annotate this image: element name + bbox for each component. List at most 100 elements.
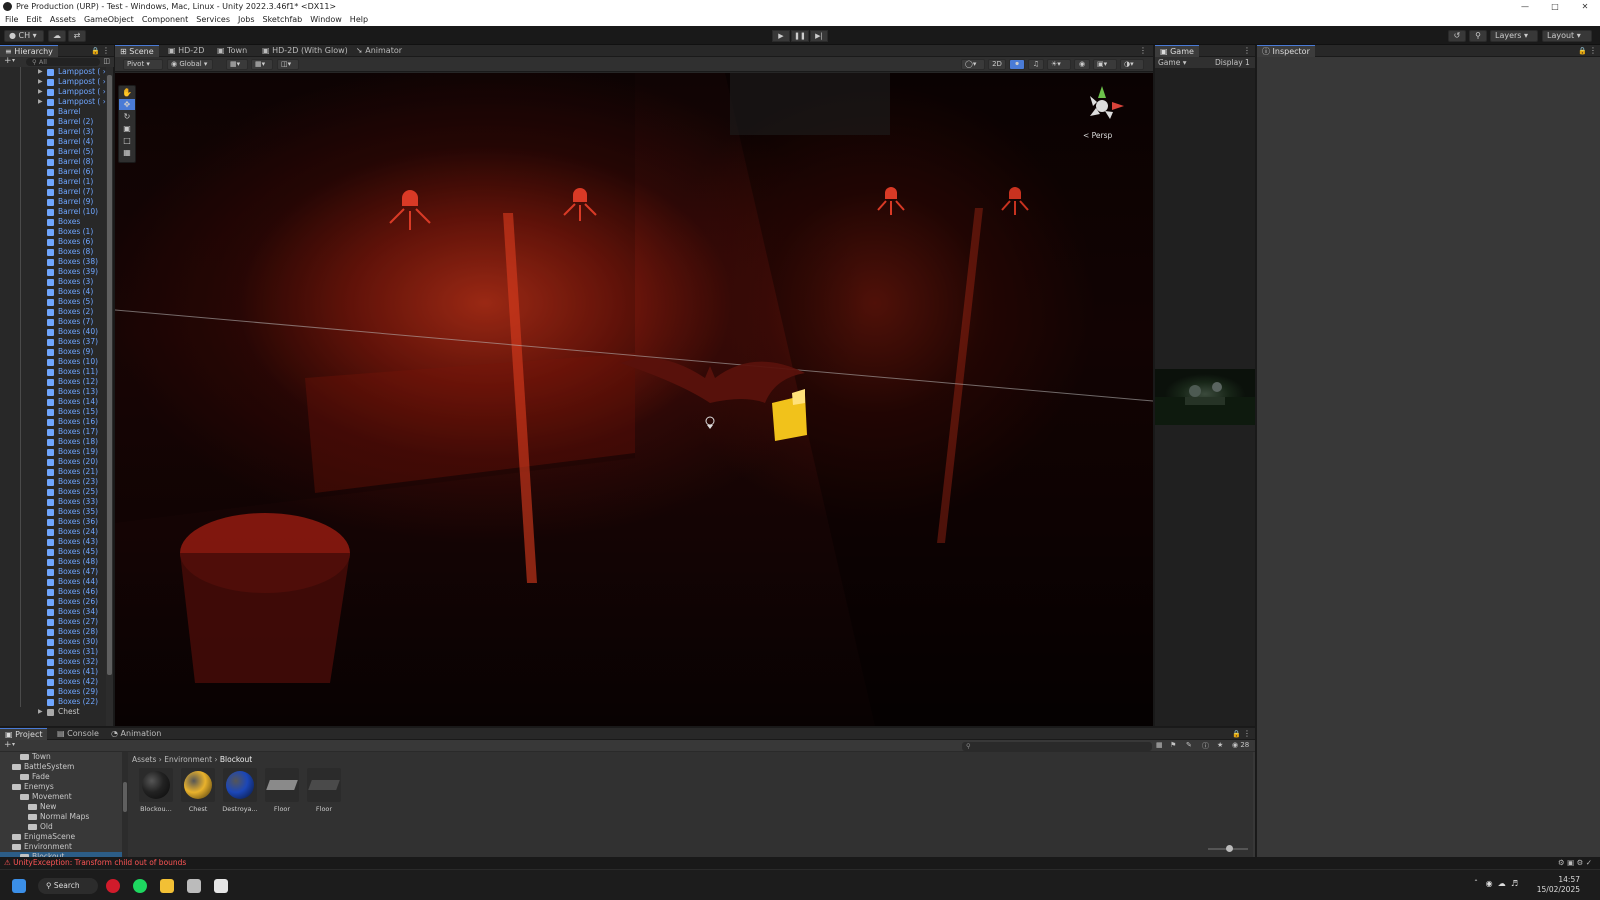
hierarchy-item[interactable]: Boxes (23) — [0, 477, 106, 487]
hierarchy-item[interactable]: Boxes (13) — [0, 387, 106, 397]
add-icon[interactable]: + — [4, 740, 12, 750]
gizmos-button[interactable]: ◑▾ — [1120, 59, 1144, 70]
hierarchy-item[interactable]: Boxes (16) — [0, 417, 106, 427]
snap-increment-button[interactable]: ▦▾ — [251, 59, 273, 70]
global-dropdown[interactable]: ◉ Global ▾ — [167, 59, 213, 70]
hierarchy-item[interactable]: Boxes (41) — [0, 667, 106, 677]
asset-tile[interactable]: Floor — [306, 768, 342, 813]
hierarchy-item[interactable]: ▶ Lamppost ( › — [0, 67, 106, 77]
tab-inspector[interactable]: ⓘ Inspector — [1257, 45, 1315, 57]
hierarchy-item[interactable]: Boxes (17) — [0, 427, 106, 437]
hierarchy-item[interactable]: Boxes (11) — [0, 367, 106, 377]
hierarchy-item[interactable]: Boxes (22) — [0, 697, 106, 707]
hierarchy-item[interactable]: Boxes (31) — [0, 647, 106, 657]
hierarchy-item[interactable]: Barrel (4) — [0, 137, 106, 147]
rotate-tool-icon[interactable]: ↻ — [119, 111, 135, 122]
chevron-right-icon[interactable]: › — [100, 67, 106, 76]
hierarchy-item[interactable]: Boxes (15) — [0, 407, 106, 417]
hierarchy-item[interactable]: Barrel (8) — [0, 157, 106, 167]
zoom-slider-thumb[interactable] — [1226, 845, 1233, 852]
folder-tree-item[interactable]: BattleSystem — [0, 762, 124, 772]
folder-tree-item[interactable]: Old — [0, 822, 124, 832]
hierarchy-item[interactable]: Boxes (8) — [0, 247, 106, 257]
search-button[interactable]: ⚲ — [1469, 30, 1487, 42]
hierarchy-item[interactable]: Boxes (42) — [0, 677, 106, 687]
hierarchy-item[interactable]: Boxes (3) — [0, 277, 106, 287]
hierarchy-item[interactable]: Boxes (1) — [0, 227, 106, 237]
windows-start-icon[interactable] — [12, 879, 26, 893]
transform-tool-icon[interactable]: ▦ — [119, 147, 135, 158]
pause-button[interactable]: ❚❚ — [791, 30, 809, 42]
more-options-icon[interactable]: ⋮ — [1589, 45, 1597, 57]
folder-tree-item[interactable]: New — [0, 802, 124, 812]
menu-file[interactable]: File — [5, 15, 18, 24]
filter-type-icon[interactable]: ▦ — [1156, 741, 1163, 749]
hierarchy-item[interactable]: Boxes — [0, 217, 106, 227]
folder-tree-item[interactable]: Fade — [0, 772, 124, 782]
menu-component[interactable]: Component — [142, 15, 188, 24]
hierarchy-item[interactable]: Boxes (32) — [0, 657, 106, 667]
hidden-count[interactable]: ◉ 28 — [1232, 741, 1249, 749]
opera-icon[interactable] — [106, 879, 120, 893]
hierarchy-item[interactable]: Barrel (3) — [0, 127, 106, 137]
menu-services[interactable]: Services — [196, 15, 230, 24]
hierarchy-item[interactable]: Barrel (10) — [0, 207, 106, 217]
hierarchy-item[interactable]: Boxes (39) — [0, 267, 106, 277]
hierarchy-item[interactable]: Boxes (33) — [0, 497, 106, 507]
spotify-icon[interactable] — [133, 879, 147, 893]
collab-button[interactable]: ⇄ — [68, 30, 86, 42]
close-button[interactable]: ✕ — [1570, 0, 1600, 13]
hierarchy-item[interactable]: Boxes (28) — [0, 627, 106, 637]
unity-hub-icon[interactable] — [187, 879, 201, 893]
folder-tree-item[interactable]: Town — [0, 752, 124, 762]
hierarchy-item[interactable]: Boxes (40) — [0, 327, 106, 337]
hierarchy-item[interactable]: Barrel (7) — [0, 187, 106, 197]
menu-sketchfab[interactable]: Sketchfab — [263, 15, 303, 24]
draw-mode-button[interactable]: ◯▾ — [961, 59, 985, 70]
account-button[interactable]: ● CH ▾ — [4, 30, 44, 42]
hierarchy-item[interactable]: Boxes (48) — [0, 557, 106, 567]
projection-label[interactable]: < Persp — [1083, 131, 1112, 140]
hierarchy-item[interactable]: ▶ Lamppost ( › — [0, 87, 106, 97]
tab-scene[interactable]: ⊞ Scene — [115, 45, 159, 57]
history-button[interactable]: ↺ — [1448, 30, 1466, 42]
hierarchy-item[interactable]: Barrel (6) — [0, 167, 106, 177]
expand-arrow-icon[interactable]: ▶ — [38, 67, 43, 77]
hierarchy-item[interactable]: Boxes (46) — [0, 587, 106, 597]
hand-tool-icon[interactable]: ✋ — [119, 87, 135, 98]
menu-window[interactable]: Window — [310, 15, 342, 24]
lock-icon[interactable]: 🔒 — [1232, 728, 1241, 740]
hierarchy-item[interactable]: Boxes (35) — [0, 507, 106, 517]
folder-tree-item[interactable]: EnigmaScene — [0, 832, 124, 842]
hierarchy-item[interactable]: Barrel (2) — [0, 117, 106, 127]
asset-tile[interactable]: Floor — [264, 768, 300, 813]
hierarchy-item[interactable]: Boxes (38) — [0, 257, 106, 267]
breadcrumb-environment[interactable]: Environment — [164, 755, 212, 764]
camera-settings-button[interactable]: ▣▾ — [1093, 59, 1117, 70]
more-options-icon[interactable]: ⋮ — [1243, 728, 1251, 740]
menu-assets[interactable]: Assets — [50, 15, 76, 24]
hierarchy-item[interactable]: Barrel (5) — [0, 147, 106, 157]
hierarchy-item[interactable]: Boxes (43) — [0, 537, 106, 547]
toggle-2d-button[interactable]: 2D — [988, 59, 1006, 70]
step-button[interactable]: ▶| — [810, 30, 828, 42]
hierarchy-item[interactable]: Boxes (45) — [0, 547, 106, 557]
tab-hd-2d[interactable]: ▣ HD-2D — [163, 45, 209, 57]
add-icon[interactable]: + — [4, 56, 12, 66]
hierarchy-item[interactable]: Boxes (36) — [0, 517, 106, 527]
hierarchy-item[interactable]: Boxes (37) — [0, 337, 106, 347]
tab-town[interactable]: ▣ Town — [212, 45, 252, 57]
lock-icon[interactable]: 🔒 — [1578, 45, 1587, 57]
rect-tool-icon[interactable]: □ — [119, 135, 135, 146]
hierarchy-item[interactable]: ▶ Chest — [0, 707, 106, 717]
info-icon[interactable]: ⓘ — [1202, 741, 1209, 751]
scrollbar-thumb[interactable] — [123, 782, 127, 812]
tab-animation[interactable]: ◔ Animation — [106, 728, 166, 740]
display-dropdown[interactable]: Display 1 — [1215, 58, 1250, 67]
folder-tree-item[interactable]: Normal Maps — [0, 812, 124, 822]
hierarchy-item[interactable]: Boxes (24) — [0, 527, 106, 537]
tab-project[interactable]: ▣ Project — [0, 728, 48, 740]
hierarchy-item[interactable]: Boxes (30) — [0, 637, 106, 647]
asset-tile[interactable]: Blockou... — [138, 768, 174, 813]
menu-edit[interactable]: Edit — [26, 15, 42, 24]
